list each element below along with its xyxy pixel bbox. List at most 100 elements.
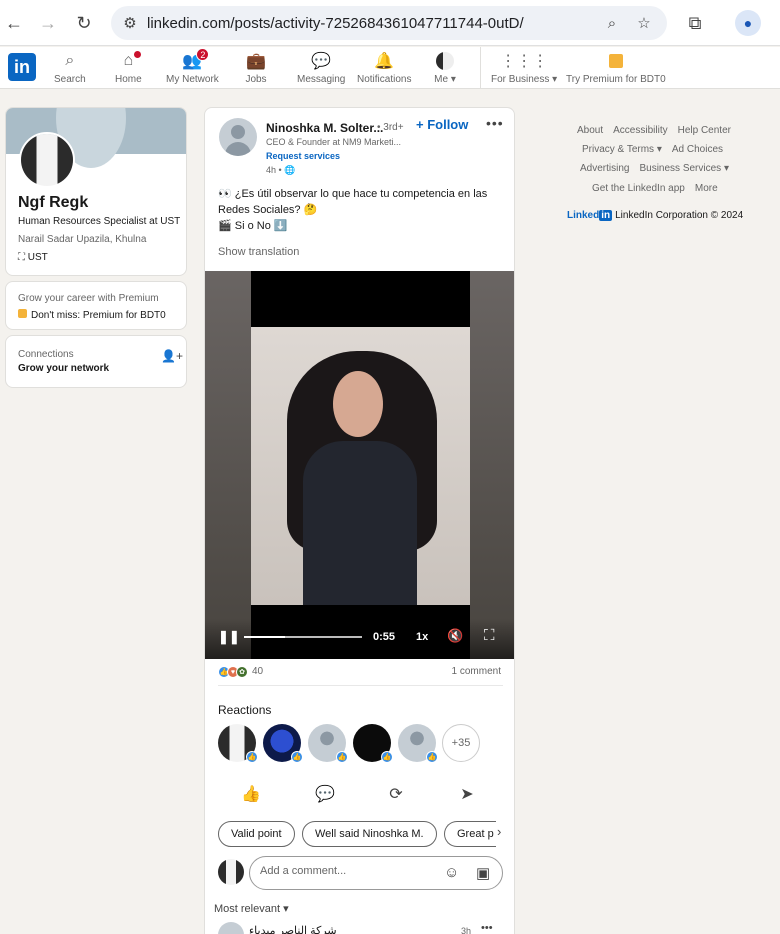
- people-icon: 👥 2: [181, 48, 210, 71]
- commenter-avatar: [218, 859, 244, 885]
- nav-for-business[interactable]: ⋮⋮⋮ For Business ▾: [491, 51, 557, 85]
- footer-accessibility-link[interactable]: Accessibility: [613, 125, 667, 136]
- comment-box[interactable]: ☺ ▣: [249, 856, 503, 890]
- chevron-right-icon[interactable]: ›: [497, 824, 501, 839]
- author-avatar[interactable]: [219, 118, 257, 156]
- premium-card-line2[interactable]: Don't miss: Premium for BDT0: [18, 309, 166, 321]
- footer-business-link[interactable]: Business Services ▾: [639, 163, 729, 174]
- nav-home[interactable]: ⌂ Home: [115, 50, 143, 85]
- linkedin-logo-icon[interactable]: in: [8, 53, 36, 81]
- footer-adchoices-link[interactable]: Ad Choices: [672, 144, 723, 155]
- profile-name[interactable]: Ngf Regk: [18, 194, 88, 212]
- reactor-avatar[interactable]: 👍: [353, 724, 393, 763]
- post-text-line1: 👀 ¿Es útil observar lo que hace tu compe…: [218, 188, 488, 216]
- footer-row-1: About Accessibility Help Center: [577, 125, 731, 136]
- footer-app-link[interactable]: Get the LinkedIn app: [592, 183, 685, 194]
- more-options-icon[interactable]: •••: [486, 115, 504, 131]
- address-bar[interactable]: ⚙ linkedin.com/posts/activity-7252684361…: [111, 6, 667, 40]
- nav-search[interactable]: ⌕ Search: [54, 51, 86, 85]
- forward-icon[interactable]: →: [36, 11, 60, 35]
- suggested-reply-chip[interactable]: Great p: [444, 821, 496, 847]
- profile-company[interactable]: ⛶ UST: [18, 252, 48, 263]
- footer-more-link[interactable]: More: [695, 183, 718, 194]
- footer-help-link[interactable]: Help Center: [678, 125, 731, 136]
- network-badge: 2: [196, 48, 210, 61]
- reactor-avatar[interactable]: 👍: [398, 724, 438, 763]
- bookmark-star-icon[interactable]: ☆: [635, 14, 653, 32]
- comment-count[interactable]: 1 comment: [452, 666, 501, 677]
- nav-messaging[interactable]: 💬 Messaging: [297, 51, 345, 85]
- show-translation-button[interactable]: Show translation: [218, 246, 299, 258]
- nav-me[interactable]: Me ▾: [434, 51, 456, 85]
- copyright-text: LinkedIn Corporation © 2024: [615, 210, 744, 221]
- nav-divider: [480, 47, 481, 89]
- comment-author-avatar[interactable]: [218, 922, 244, 934]
- connections-subtitle: Grow your network: [18, 363, 110, 374]
- nav-notifications[interactable]: 🔔 Notifications: [357, 51, 411, 85]
- grid-icon: ⋮⋮⋮: [500, 53, 549, 70]
- mute-icon[interactable]: 🔇: [447, 628, 463, 644]
- follow-button[interactable]: + Follow: [416, 117, 468, 132]
- sort-label: Most relevant: [214, 903, 281, 915]
- sort-dropdown[interactable]: Most relevant ▾: [214, 902, 289, 915]
- connections-card[interactable]: Connections Grow your network 👤+: [5, 335, 187, 388]
- footer-row-3: Advertising Business Services ▾: [580, 163, 729, 174]
- profile-card: Ngf Regk Human Resources Specialist at U…: [5, 107, 187, 276]
- emoji-icon[interactable]: ☺: [444, 864, 459, 881]
- extensions-icon[interactable]: ⧉: [683, 11, 707, 35]
- profile-headline: Human Resources Specialist at UST: [18, 216, 181, 227]
- video-progress-bar[interactable]: [244, 636, 362, 638]
- nav-messaging-label: Messaging: [297, 74, 346, 85]
- comment-icon[interactable]: 💬: [313, 782, 337, 806]
- browser-profile-icon[interactable]: ●: [735, 10, 761, 36]
- request-services-link[interactable]: Request services: [266, 151, 340, 161]
- author-name[interactable]: Ninoshka M. Solter...: [266, 121, 383, 135]
- comment-more-icon[interactable]: •••: [481, 922, 493, 934]
- video-time: 0:55: [373, 631, 396, 643]
- url-text[interactable]: linkedin.com/posts/activity-725268436104…: [147, 15, 524, 32]
- nav-business-text: For Business: [491, 74, 550, 85]
- reactor-avatar[interactable]: 👍: [263, 724, 303, 763]
- nav-jobs-label: Jobs: [245, 74, 267, 85]
- nav-notifications-label: Notifications: [357, 74, 412, 85]
- send-icon[interactable]: ➤: [455, 782, 479, 806]
- zoom-icon[interactable]: ⌕: [603, 14, 621, 32]
- repost-icon[interactable]: ⟳: [384, 782, 408, 806]
- back-icon[interactable]: ←: [2, 11, 26, 35]
- footer-privacy-link[interactable]: Privacy & Terms ▾: [582, 144, 662, 155]
- footer-about-link[interactable]: About: [577, 125, 603, 136]
- reactor-avatar[interactable]: 👍: [308, 724, 348, 763]
- playback-speed-button[interactable]: 1x: [416, 631, 428, 643]
- reaction-count[interactable]: 40: [252, 666, 263, 677]
- comment-time: 3h: [461, 926, 472, 934]
- post-card: Ninoshka M. Solter... • 3rd+ CEO & Found…: [204, 107, 515, 934]
- footer-advertising-link[interactable]: Advertising: [580, 163, 629, 174]
- support-reaction-icon: ✿: [236, 666, 248, 678]
- reload-icon[interactable]: ↻: [72, 11, 96, 35]
- suggested-reply-chip[interactable]: Well said Ninoshka M.: [302, 821, 437, 847]
- suggested-reply-chip[interactable]: Valid point: [218, 821, 295, 847]
- reactor-avatar[interactable]: 👍: [218, 724, 258, 763]
- premium-badge-icon: [18, 309, 27, 318]
- image-icon[interactable]: ▣: [476, 864, 490, 882]
- add-person-icon[interactable]: 👤+: [161, 349, 183, 363]
- comment-input[interactable]: [260, 865, 430, 877]
- comment-author-name[interactable]: شركة الناصر مبدياء: [249, 924, 337, 934]
- nav-premium[interactable]: Try Premium for BDT0: [566, 51, 666, 85]
- profile-photo[interactable]: [19, 132, 75, 188]
- site-info-icon[interactable]: ⚙: [121, 14, 139, 32]
- more-reactors-button[interactable]: +35: [442, 724, 480, 762]
- pause-icon[interactable]: ❚❚: [218, 629, 240, 645]
- video-player[interactable]: ❚❚ 0:55 1x 🔇 ⛶: [205, 271, 514, 659]
- premium-icon: [605, 51, 627, 71]
- nav-my-network[interactable]: 👥 2 My Network: [166, 48, 219, 85]
- like-icon[interactable]: 👍: [239, 782, 263, 806]
- linkedin-in-mark: in: [599, 210, 613, 221]
- me-avatar-icon: [434, 51, 456, 71]
- nav-jobs[interactable]: 💼 Jobs: [245, 51, 267, 85]
- fullscreen-icon[interactable]: ⛶: [484, 627, 495, 644]
- premium-card[interactable]: Grow your career with Premium Don't miss…: [5, 281, 187, 330]
- reaction-icons[interactable]: 👍 ♥ ✿: [218, 666, 248, 678]
- search-icon: ⌕: [65, 52, 75, 69]
- video-controls: [205, 619, 514, 659]
